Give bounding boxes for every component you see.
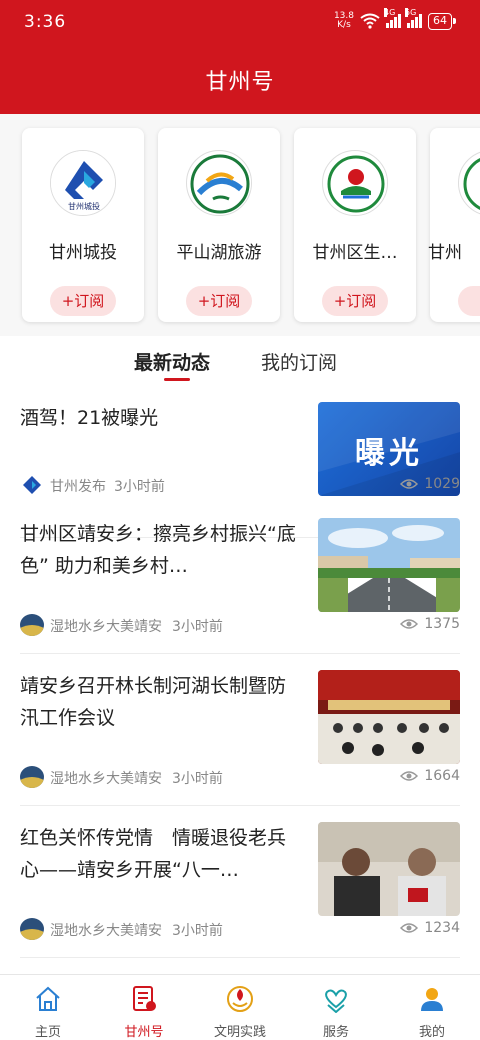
news-time: 3小时前	[172, 923, 223, 939]
battery-icon: 64	[428, 12, 456, 30]
view-count: 1375	[400, 616, 460, 632]
account-card[interactable]: 甘州城投 甘州城投 +订阅	[22, 128, 144, 322]
source-avatar	[20, 766, 44, 788]
view-count: 1664	[400, 768, 460, 784]
news-item[interactable]: 红色关怀传党情 情暖退役老兵心——靖安乡开展“八一… 湿地水乡大美靖安 3小时前…	[20, 808, 460, 958]
status-icons: 13.8 K/s 4G 5G 64	[333, 8, 456, 30]
news-meta: 湿地水乡大美靖安 3小时前 1375	[20, 614, 460, 636]
tab-subscriptions[interactable]: 我的订阅	[261, 348, 337, 375]
torch-icon	[227, 986, 253, 1012]
news-meta: 湿地水乡大美靖安 3小时前 1234	[20, 918, 460, 940]
signal-4g-icon: 4G	[384, 8, 401, 28]
nav-civilization-practice[interactable]: 文明实践	[192, 981, 288, 1040]
news-title: 靖安乡召开林长制河湖长制暨防汛工作会议	[20, 675, 287, 729]
news-time: 3小时前	[114, 479, 165, 495]
heart-hands-icon	[325, 989, 347, 1013]
news-title: 酒驾！21被曝光	[20, 407, 159, 429]
account-name: 平山湖旅游	[176, 243, 262, 263]
subscribe-button[interactable]: +	[458, 286, 480, 316]
view-count: 1234	[400, 920, 460, 936]
account-name: 甘州	[428, 243, 462, 263]
home-icon	[36, 986, 60, 1011]
source-avatar	[20, 918, 44, 940]
account-logo	[458, 150, 480, 216]
user-icon	[421, 988, 443, 1011]
nav-mine[interactable]: 我的	[384, 981, 480, 1040]
subscribe-button[interactable]: +订阅	[50, 286, 116, 316]
document-icon	[133, 986, 156, 1011]
news-thumbnail	[318, 822, 460, 916]
eye-icon	[400, 923, 419, 933]
feed-tabs: 最新动态 我的订阅	[0, 336, 480, 388]
news-title: 甘州区靖安乡：擦亮乡村振兴“底色” 助力和美乡村…	[20, 523, 296, 577]
news-time: 3小时前	[172, 771, 223, 787]
account-logo	[322, 150, 388, 216]
news-thumbnail	[318, 670, 460, 764]
nav-ganzhouhao[interactable]: 甘州号	[96, 981, 192, 1040]
status-bar: 3:36 13.8 K/s 4G 5G 64	[0, 0, 480, 48]
tab-indicator	[164, 378, 190, 381]
tab-latest[interactable]: 最新动态	[134, 348, 210, 375]
news-source: 湿地水乡大美靖安	[50, 923, 162, 939]
account-card[interactable]: 甘州区生… +订阅	[294, 128, 416, 322]
thumb-text: 曝光	[355, 436, 423, 471]
account-name: 甘州区生…	[312, 243, 398, 263]
network-speed: 13.8 K/s	[333, 11, 354, 30]
signal-5g-icon: 5G	[405, 8, 422, 28]
news-time: 3小时前	[172, 619, 223, 635]
app-header: 3:36 13.8 K/s 4G 5G 64 甘州号	[0, 0, 480, 114]
subscribe-button[interactable]: +订阅	[186, 286, 252, 316]
news-title: 红色关怀传党情 情暖退役老兵心——靖安乡开展“八一…	[20, 827, 287, 881]
nav-home[interactable]: 主页	[0, 981, 96, 1040]
eye-icon	[400, 771, 419, 781]
news-meta: 甘州发布 3小时前 1029	[20, 474, 460, 496]
account-logo: 甘州城投	[50, 150, 116, 216]
account-name: 甘州城投	[49, 243, 117, 263]
bottom-nav: 主页 甘州号 文明实践 服务 我的	[0, 974, 480, 1040]
wifi-icon	[360, 13, 380, 29]
news-meta: 湿地水乡大美靖安 3小时前 1664	[20, 766, 460, 788]
news-item[interactable]: 靖安乡召开林长制河湖长制暨防汛工作会议 湿地水乡大美靖安 3小时前 1664	[20, 656, 460, 806]
account-carousel[interactable]: 甘州城投 甘州城投 +订阅 平山湖旅游 +订阅 甘州区生… +订阅 甘州	[0, 114, 480, 336]
news-source: 甘州发布	[50, 479, 106, 495]
page-title: 甘州号	[205, 70, 275, 95]
svg-text:甘州城投: 甘州城投	[68, 201, 100, 211]
source-avatar	[20, 474, 44, 496]
eye-icon	[400, 479, 419, 489]
account-logo	[186, 150, 252, 216]
account-card[interactable]: 平山湖旅游 +订阅	[158, 128, 280, 322]
nav-services[interactable]: 服务	[288, 981, 384, 1040]
subscribe-button[interactable]: +订阅	[322, 286, 388, 316]
news-source: 湿地水乡大美靖安	[50, 771, 162, 787]
account-card[interactable]: 甘州 +	[428, 128, 480, 322]
view-count: 1029	[400, 476, 460, 492]
news-source: 湿地水乡大美靖安	[50, 619, 162, 635]
eye-icon	[400, 619, 419, 629]
source-avatar	[20, 614, 44, 636]
news-thumbnail	[318, 518, 460, 612]
status-time: 3:36	[24, 12, 67, 32]
news-item[interactable]: 甘州区靖安乡：擦亮乡村振兴“底色” 助力和美乡村… 湿地水乡大美靖安 3小时前	[20, 504, 460, 654]
